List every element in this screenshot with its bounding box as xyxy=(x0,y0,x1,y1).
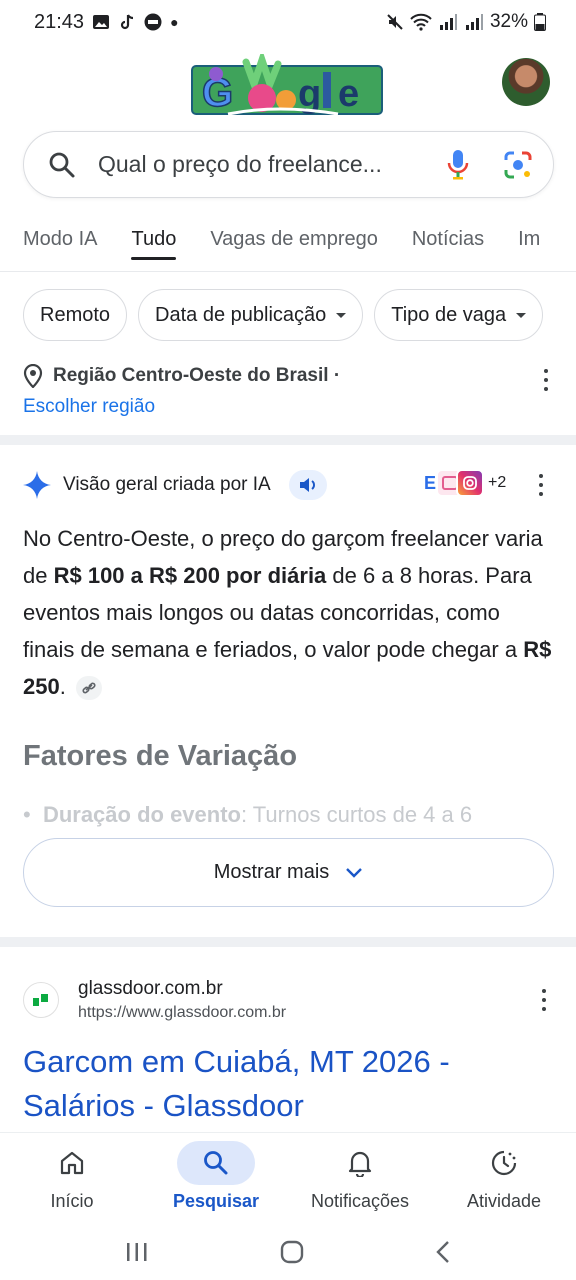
instagram-icon xyxy=(456,469,484,497)
battery-icon xyxy=(534,13,546,31)
app-notification-icon xyxy=(144,13,162,31)
filter-chips: Remoto Data de publicação Tipo de vaga xyxy=(23,289,544,341)
google-doodle-logo[interactable]: G g e xyxy=(188,54,384,122)
location-pin-icon xyxy=(23,364,43,388)
faded-bullet-item: • Duração do evento: Turnos curtos de 4 … xyxy=(23,802,553,828)
dropdown-caret-icon xyxy=(336,312,347,318)
search-tabs: Modo IA Tudo Vagas de emprego Notícias I… xyxy=(0,212,576,272)
ai-overview-menu-icon[interactable] xyxy=(538,474,544,496)
result-menu-icon[interactable] xyxy=(541,989,547,1011)
wifi-icon xyxy=(410,13,432,31)
chip-label: Data de publicação xyxy=(155,303,327,326)
source-icons[interactable]: E +2 xyxy=(416,469,506,497)
home-button-icon[interactable] xyxy=(279,1239,305,1265)
result-url: https://www.glassdoor.com.br xyxy=(78,1004,287,1021)
nav-inicio[interactable]: Início xyxy=(0,1133,144,1224)
result-title-link[interactable]: Garcom em Cuiabá, MT 2026 - Salários - G… xyxy=(23,1040,543,1128)
signal-icon-2 xyxy=(465,14,483,30)
section-divider xyxy=(0,435,576,445)
tab-modo-ia[interactable]: Modo IA xyxy=(23,212,97,271)
bottom-navigation: Início Pesquisar Notificações Atividade xyxy=(0,1132,576,1224)
section-divider xyxy=(0,937,576,947)
home-icon xyxy=(60,1151,84,1175)
ai-overview-title: Visão geral criada por IA xyxy=(63,474,271,495)
citation-link-icon[interactable] xyxy=(75,676,102,701)
ai-overview-text: No Centro-Oeste, o preço do garçom freel… xyxy=(23,520,553,705)
tab-noticias[interactable]: Notícias xyxy=(412,212,484,271)
ai-overview-header: Visão geral criada por IA E +2 xyxy=(23,465,556,505)
search-box[interactable]: Qual o preço do freelance... xyxy=(23,131,554,198)
section-heading-factors: Fatores de Variação xyxy=(23,740,298,772)
region-name: Região Centro-Oeste do Brasil · xyxy=(53,365,341,386)
glassdoor-favicon-icon xyxy=(23,982,59,1018)
svg-text:e: e xyxy=(338,73,359,115)
tab-vagas[interactable]: Vagas de emprego xyxy=(210,212,378,271)
activity-icon xyxy=(491,1150,517,1176)
bullet-bold: Duração do evento xyxy=(42,802,241,827)
nav-label: Início xyxy=(50,1191,94,1211)
show-more-label: Mostrar mais xyxy=(213,861,330,883)
show-more-button[interactable]: Mostrar mais xyxy=(23,838,554,907)
gallery-icon xyxy=(93,15,110,29)
header: G g e xyxy=(0,52,576,126)
search-input[interactable]: Qual o preço do freelance... xyxy=(98,151,447,178)
google-lens-icon[interactable] xyxy=(503,150,533,180)
listen-button[interactable] xyxy=(288,470,327,500)
status-time: 21:43 xyxy=(34,10,85,33)
signal-icon-1 xyxy=(439,14,457,30)
bullet-dot: • xyxy=(23,802,43,827)
dropdown-caret-icon xyxy=(516,312,527,318)
bell-icon xyxy=(348,1151,372,1177)
more-notifications-dot: ● xyxy=(170,14,179,30)
ai-sparkle-icon xyxy=(23,471,51,499)
result-source[interactable]: glassdoor.com.br https://www.glassdoor.c… xyxy=(23,972,556,1028)
chevron-down-icon xyxy=(346,867,363,878)
region-section: Região Centro-Oeste do Brasil · Escolher… xyxy=(23,364,556,418)
tab-tudo[interactable]: Tudo xyxy=(131,212,176,271)
chip-tipo-vaga[interactable]: Tipo de vaga xyxy=(374,289,544,341)
ai-text-bold: R$ 100 a R$ 200 por diária xyxy=(53,563,327,588)
mute-icon xyxy=(387,14,403,30)
region-menu-icon[interactable] xyxy=(543,369,549,391)
nav-notificacoes[interactable]: Notificações xyxy=(288,1133,432,1224)
bullet-text: : Turnos curtos de 4 a 6 xyxy=(240,802,473,827)
chip-label: Remoto xyxy=(40,303,111,326)
nav-label: Pesquisar xyxy=(172,1191,260,1211)
recent-apps-icon[interactable] xyxy=(124,1241,150,1263)
status-bar: 21:43 ● 32% xyxy=(0,0,576,44)
speaker-icon xyxy=(299,478,315,492)
choose-region-link[interactable]: Escolher região xyxy=(23,396,556,418)
more-sources-count: +2 xyxy=(488,474,507,491)
account-avatar[interactable] xyxy=(502,58,550,106)
battery-percent: 32% xyxy=(489,11,528,32)
search-icon xyxy=(204,1151,228,1175)
microphone-icon[interactable] xyxy=(447,149,469,181)
nav-pesquisar[interactable]: Pesquisar xyxy=(144,1133,288,1224)
nav-atividade[interactable]: Atividade xyxy=(432,1133,576,1224)
result-site-name: glassdoor.com.br xyxy=(78,978,223,999)
tab-imagens[interactable]: Im xyxy=(518,212,540,271)
chip-data-publicacao[interactable]: Data de publicação xyxy=(138,289,364,341)
search-icon xyxy=(49,152,75,177)
ai-text-part: . xyxy=(59,674,66,699)
chip-label: Tipo de vaga xyxy=(391,303,507,326)
system-navigation-bar xyxy=(0,1224,576,1280)
chip-remoto[interactable]: Remoto xyxy=(23,289,128,341)
nav-label: Atividade xyxy=(466,1191,542,1211)
back-icon[interactable] xyxy=(434,1239,452,1265)
nav-label: Notificações xyxy=(310,1191,410,1211)
tiktok-icon xyxy=(121,14,134,30)
